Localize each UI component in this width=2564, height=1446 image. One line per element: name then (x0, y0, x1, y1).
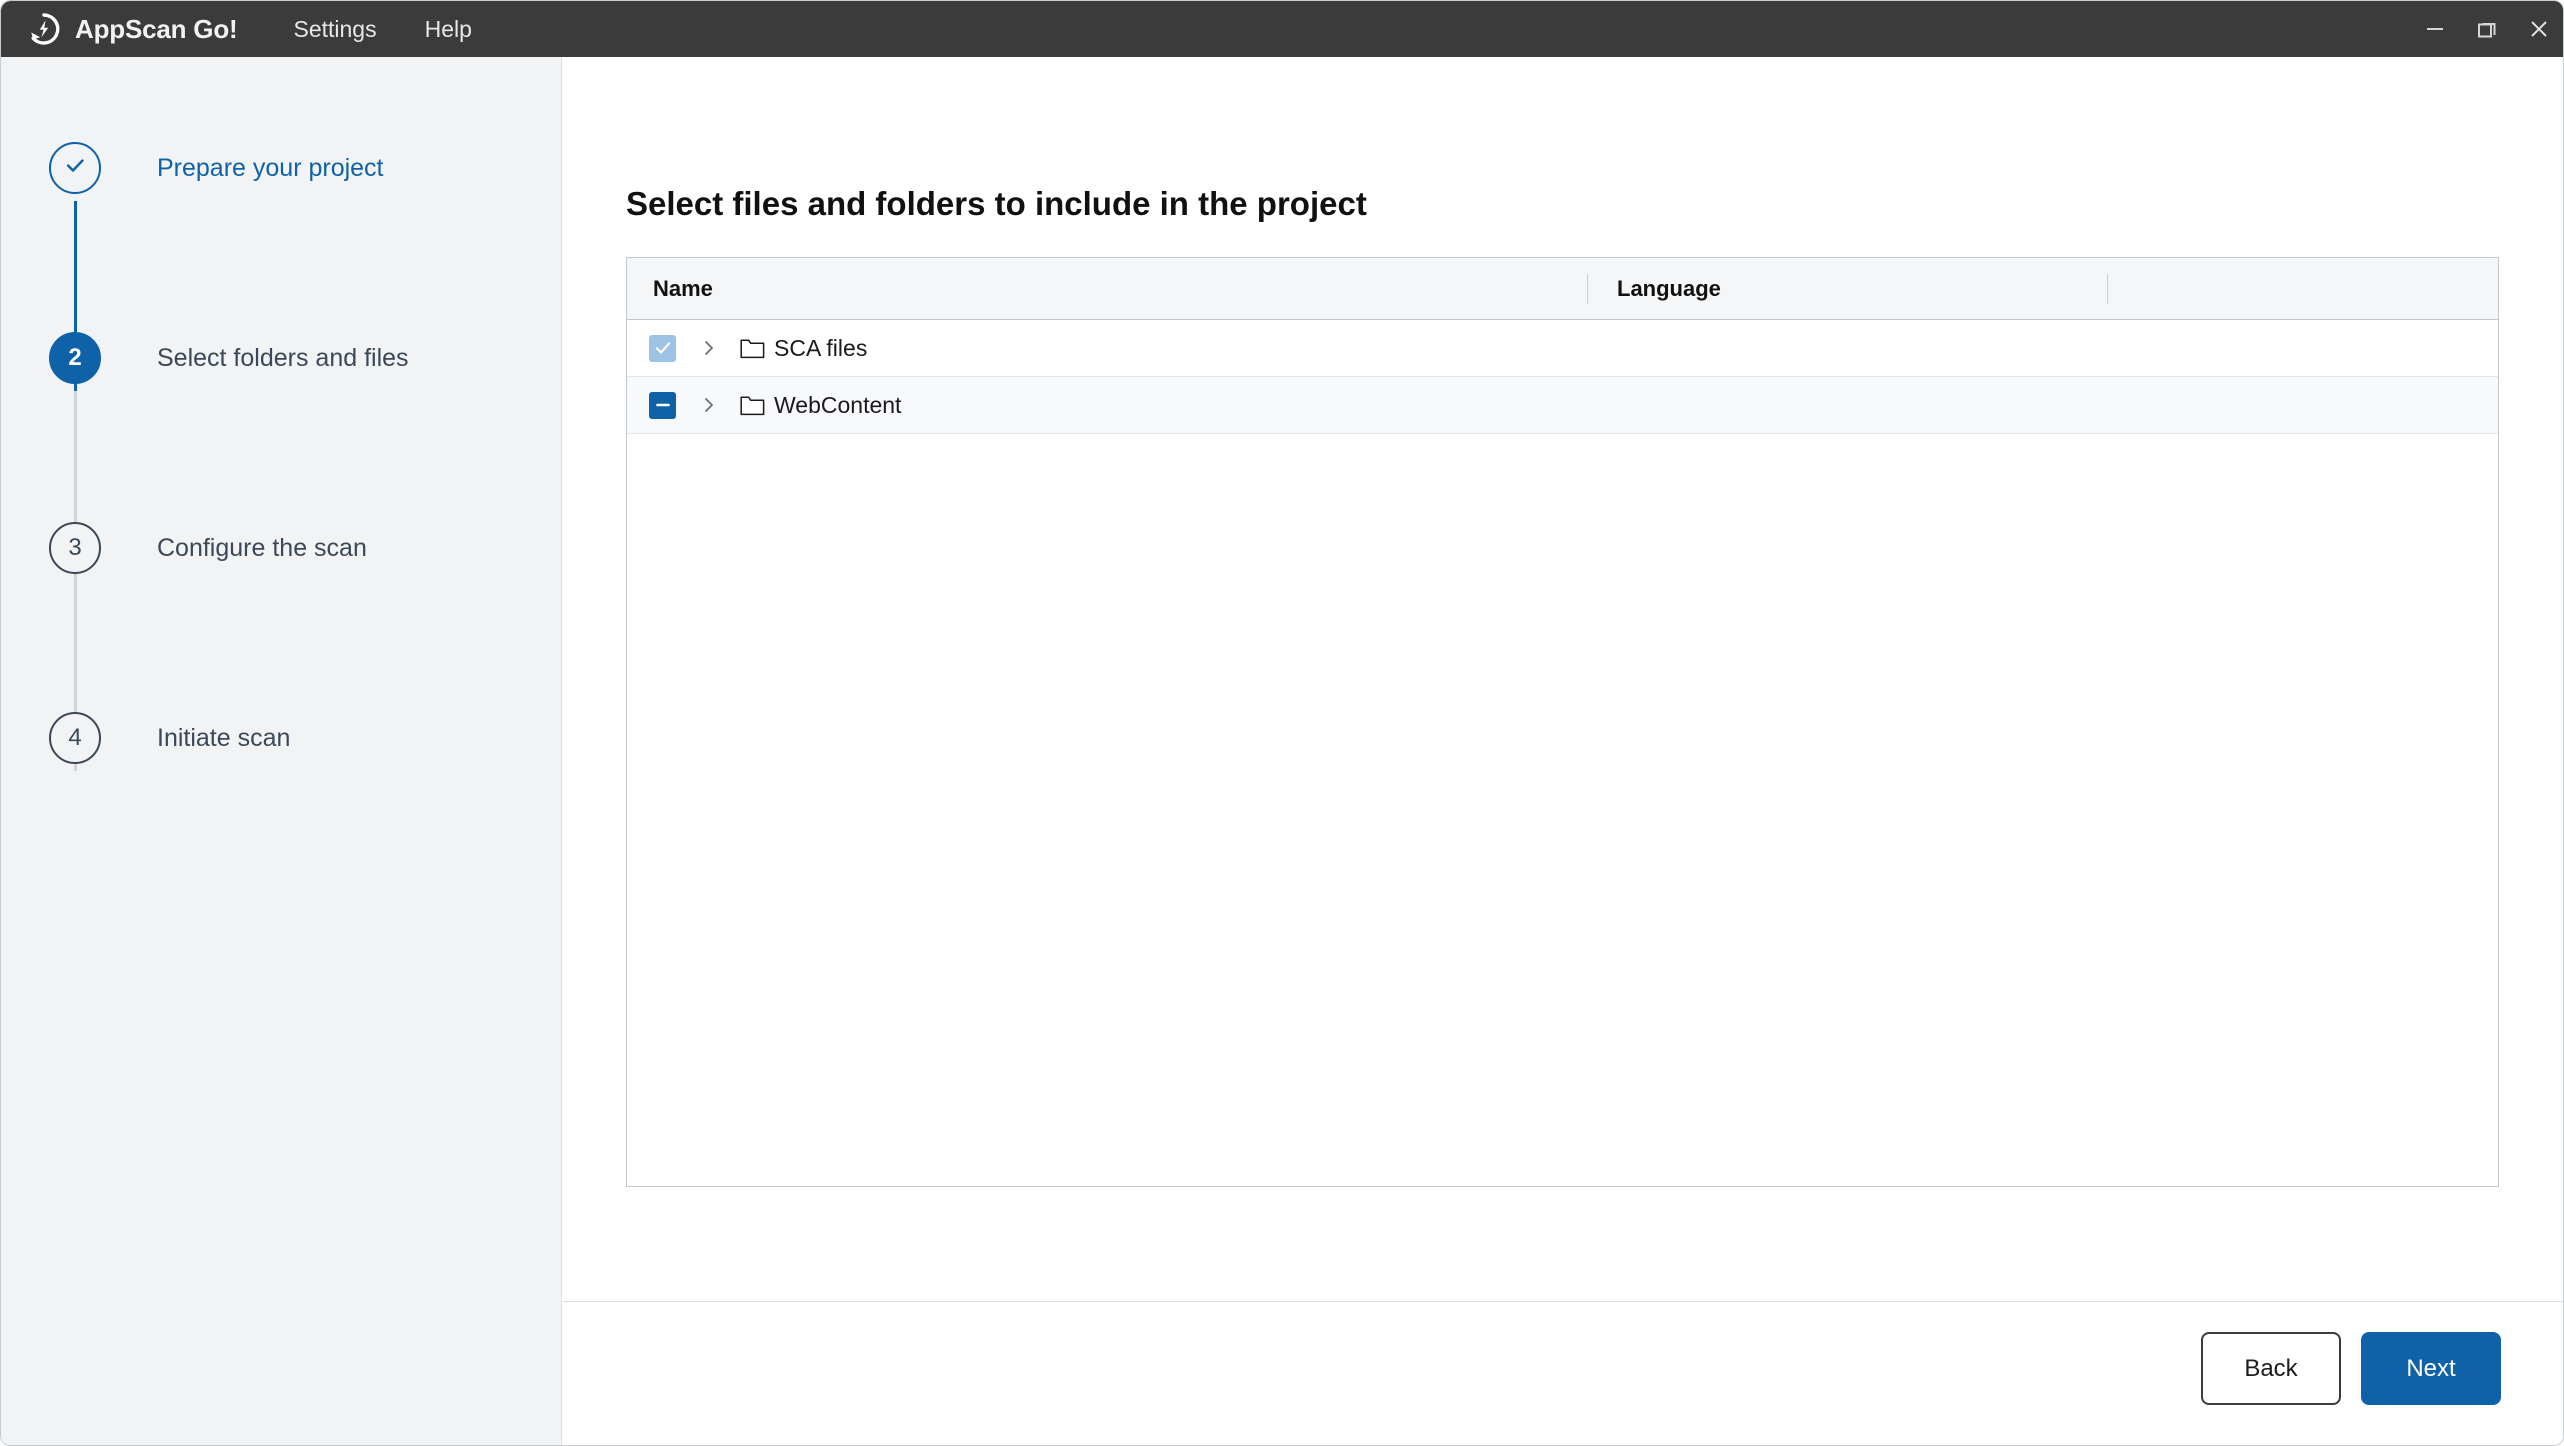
row-name-label: WebContent (774, 391, 902, 418)
page-title: Select files and folders to include in t… (626, 185, 1367, 222)
app-window: AppScan Go! Settings Help Prepare your p… (0, 0, 2564, 1446)
file-tree-body: SCA files WebContent (627, 320, 2498, 1186)
column-header-name[interactable]: Name (627, 258, 1587, 320)
column-divider (1587, 273, 1588, 304)
folder-icon (740, 395, 765, 416)
row-checkbox-sca-files[interactable] (649, 334, 676, 362)
window-controls (2409, 1, 2563, 57)
column-header-language[interactable]: Language (1587, 258, 2107, 320)
column-header-extra[interactable] (2107, 258, 2498, 320)
wizard-footer: Back Next (563, 1301, 2563, 1445)
sidebar-step-label-1: Prepare your project (157, 153, 384, 182)
footer-button-group: Back Next (2201, 1332, 2501, 1405)
app-brand: AppScan Go! (27, 12, 238, 46)
step-marker-3: 3 (49, 522, 101, 574)
row-checkbox-webcontent[interactable] (649, 391, 676, 419)
folder-icon (740, 338, 765, 359)
chevron-right-icon[interactable] (698, 394, 720, 416)
sidebar-step-configure-the-scan[interactable]: 3 Configure the scan (1, 515, 367, 581)
step-marker-2: 2 (49, 332, 101, 384)
next-button[interactable]: Next (2361, 1332, 2501, 1405)
sidebar-step-select-folders-and-files[interactable]: 2 Select folders and files (1, 325, 409, 391)
step-marker-1 (49, 142, 101, 194)
sidebar-step-initiate-scan[interactable]: 4 Initiate scan (1, 705, 290, 771)
title-bar: AppScan Go! Settings Help (1, 1, 2563, 57)
close-button[interactable] (2513, 1, 2563, 57)
chevron-right-icon[interactable] (698, 337, 720, 359)
minimize-button[interactable] (2409, 1, 2461, 57)
wizard-sidebar: Prepare your project 2 Select folders an… (1, 57, 562, 1445)
file-tree-table: Name Language SCA files WebContent (626, 257, 2499, 1187)
table-row[interactable]: WebContent (627, 377, 2498, 434)
step-number-3: 3 (68, 534, 82, 561)
sidebar-step-label-3: Configure the scan (157, 533, 367, 562)
restore-button[interactable] (2461, 1, 2513, 57)
step-number-2: 2 (68, 344, 82, 371)
table-header-row: Name Language (627, 258, 2498, 320)
sidebar-step-prepare-your-project[interactable]: Prepare your project (1, 135, 384, 201)
menu-item-help[interactable]: Help (425, 16, 472, 43)
appscan-logo-icon (27, 12, 61, 46)
main-content: Select files and folders to include in t… (563, 57, 2563, 1301)
column-header-name-label: Name (653, 275, 713, 301)
check-icon (61, 151, 89, 186)
sidebar-step-label-2: Select folders and files (157, 343, 409, 372)
app-title: AppScan Go! (75, 13, 238, 44)
column-divider (2107, 273, 2108, 304)
menu-item-settings[interactable]: Settings (293, 16, 376, 43)
step-marker-4: 4 (49, 712, 101, 764)
table-row[interactable]: SCA files (627, 320, 2498, 377)
row-name-label: SCA files (774, 334, 868, 361)
menu-bar: Settings Help (293, 16, 471, 43)
column-header-language-label: Language (1617, 275, 1721, 301)
step-number-4: 4 (68, 724, 82, 751)
back-button[interactable]: Back (2201, 1332, 2341, 1405)
sidebar-step-label-4: Initiate scan (157, 723, 291, 752)
